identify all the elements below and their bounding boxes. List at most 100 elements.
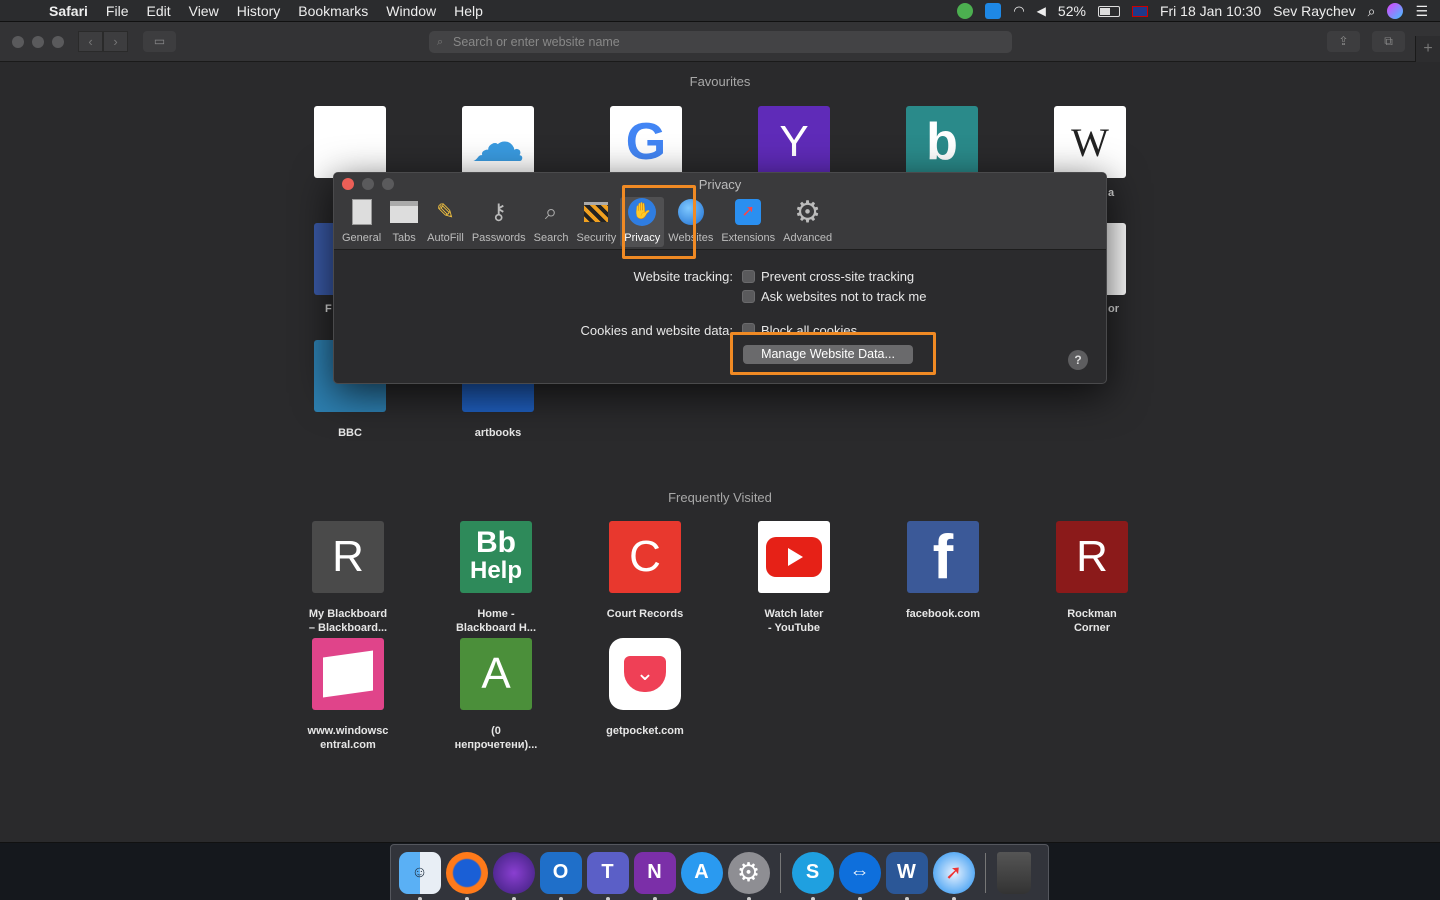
toolbar: ‹ › ▭ ⌕ Search or enter website name ⇪ ⧉… <box>0 22 1440 62</box>
dialog-title: Privacy <box>698 177 742 192</box>
tabs-icon <box>389 197 419 227</box>
tab-extensions[interactable]: ➚ Extensions <box>717 197 779 247</box>
magnifier-icon: ⌕ <box>544 199 558 224</box>
help-button[interactable]: ? <box>1068 350 1088 370</box>
key-icon: ⚷ <box>490 199 507 224</box>
favourite-google[interactable]: G <box>571 106 721 178</box>
dock-teamviewer-icon[interactable]: ⇔ <box>838 851 881 900</box>
wifi-icon[interactable]: ◠ <box>1013 3 1024 19</box>
puzzle-compass-icon: ➚ <box>733 197 763 227</box>
ask-not-track-checkbox[interactable]: Ask websites not to track me <box>742 289 926 304</box>
frequent-windowscentral[interactable]: www.windowsc entral.com <box>273 638 423 752</box>
checkbox-box <box>742 323 755 332</box>
dock-firefox-icon[interactable] <box>445 851 488 900</box>
dock-finder-icon[interactable]: ☺ <box>398 851 441 900</box>
clock[interactable]: Fri 18 Jan 10:30 <box>1160 3 1261 19</box>
tab-advanced[interactable]: ⚙ Advanced <box>779 196 836 247</box>
menu-view[interactable]: View <box>180 3 228 19</box>
frequent-blackboard-help[interactable]: Bb Help Home - Blackboard H... <box>421 521 571 635</box>
notification-center-icon[interactable]: ☰ <box>1415 3 1428 20</box>
dock-skype-icon[interactable]: S <box>791 851 834 900</box>
blackboard-help-icon: Bb Help <box>460 521 532 593</box>
tab-autofill[interactable]: ✎ AutoFill <box>423 197 468 247</box>
dock-system-preferences-icon[interactable]: ⚙ <box>727 851 770 900</box>
menu-file[interactable]: File <box>97 3 138 19</box>
favourite-row2-left[interactable] <box>314 223 334 295</box>
frequent-getpocket[interactable]: ⌄ getpocket.com <box>570 638 720 738</box>
address-bar[interactable]: ⌕ Search or enter website name <box>429 31 1012 53</box>
new-tab-button[interactable]: + <box>1415 36 1440 62</box>
tab-general[interactable]: General <box>338 197 385 247</box>
dock-safari-icon[interactable]: ➚ <box>932 851 975 900</box>
menu-app[interactable]: Safari <box>40 3 97 19</box>
frequent-label: www.windowsc entral.com <box>307 725 389 751</box>
search-icon: ⌕ <box>437 36 444 48</box>
user-name[interactable]: Sev Raychev <box>1273 3 1355 19</box>
dock-app-store-icon[interactable]: A <box>680 851 723 894</box>
switch-icon <box>347 197 377 227</box>
favourite-label-fragment: a <box>1108 187 1115 199</box>
menu-edit[interactable]: Edit <box>137 3 179 19</box>
tab-security[interactable]: Security <box>572 197 620 247</box>
facebook-logo-icon: f <box>907 521 979 593</box>
dock-word-icon[interactable]: W <box>885 851 928 900</box>
menu-window[interactable]: Window <box>377 3 445 19</box>
zoom-window-button[interactable] <box>52 36 64 48</box>
spotlight-search-icon[interactable]: ⌕ <box>1368 3 1376 20</box>
tab-tabs-label: Tabs <box>392 232 416 244</box>
favourite-artbooks-label: artbooks <box>474 427 522 439</box>
website-tracking-label: Website tracking: <box>633 269 733 284</box>
minimize-window-button[interactable] <box>32 36 44 48</box>
frequent-facebook[interactable]: f facebook.com <box>868 521 1018 621</box>
frequent-court-records[interactable]: C Court Records <box>570 521 720 621</box>
letter-a-icon: A <box>460 638 532 710</box>
cookies-label: Cookies and website data: <box>580 323 733 338</box>
favourite-yahoo[interactable]: Y <box>719 106 869 178</box>
dock-separator <box>985 852 986 893</box>
back-button[interactable]: ‹ <box>78 31 103 52</box>
siri-icon[interactable] <box>1387 3 1404 19</box>
wikipedia-logo-icon: W <box>1054 106 1126 178</box>
frequent-rockman-corner[interactable]: R Rockman Corner <box>1017 521 1167 635</box>
show-tabs-button[interactable]: ⧉ <box>1372 31 1405 52</box>
pocket-logo-icon: ⌄ <box>609 638 681 710</box>
volume-icon[interactable]: ◀ <box>1037 4 1046 18</box>
dock-siri-icon[interactable] <box>492 851 535 900</box>
frequent-unread[interactable]: A (0 непрочетени)... <box>421 638 571 752</box>
favourite-icloud[interactable]: ☁ <box>423 106 573 178</box>
share-button[interactable]: ⇪ <box>1327 31 1360 52</box>
address-placeholder: Search or enter website name <box>453 35 620 49</box>
tab-search[interactable]: ⌕ Search <box>530 197 573 247</box>
tab-autofill-label: AutoFill <box>427 232 464 244</box>
apple-logo-icon <box>314 106 386 178</box>
frequently-visited-title: Frequently Visited <box>668 490 772 505</box>
menu-bookmarks[interactable]: Bookmarks <box>289 3 377 19</box>
teamviewer-status-icon[interactable] <box>985 3 1002 19</box>
dock-onenote-icon[interactable]: N <box>633 851 676 900</box>
tab-tabs[interactable]: Tabs <box>385 197 423 247</box>
favourite-row2-right[interactable] <box>1107 223 1126 295</box>
battery-icon <box>1097 5 1120 17</box>
favourite-bing[interactable]: b <box>867 106 1017 178</box>
sidebar-toggle-button[interactable]: ▭ <box>143 31 176 52</box>
menu-help[interactable]: Help <box>445 3 492 19</box>
dock-trash-icon[interactable] <box>996 851 1031 894</box>
security-icon <box>581 197 611 227</box>
frequent-youtube[interactable]: Watch later - YouTube <box>719 521 869 635</box>
favourite-wikipedia[interactable]: W <box>1015 106 1165 178</box>
dock-outlook-icon[interactable]: O <box>539 851 582 900</box>
dock-teams-icon[interactable]: T <box>586 851 629 900</box>
dollar-status-icon[interactable] <box>957 3 974 19</box>
tab-passwords[interactable]: ⚷ Passwords <box>468 197 530 247</box>
block-cookies-checkbox[interactable]: Block all cookies <box>742 323 857 332</box>
flag-uk-icon[interactable] <box>1131 5 1148 17</box>
frequent-my-blackboard[interactable]: R My Blackboard – Blackboard... <box>273 521 423 635</box>
close-window-button[interactable] <box>12 36 24 48</box>
forward-button[interactable]: › <box>103 31 128 52</box>
prevent-tracking-checkbox[interactable]: Prevent cross-site tracking <box>742 269 914 284</box>
menu-history[interactable]: History <box>228 3 290 19</box>
battery-percent[interactable]: 52% <box>1058 3 1086 19</box>
tab-search-label: Search <box>533 232 569 244</box>
favourite-apple[interactable] <box>275 106 425 178</box>
letter-r-icon: R <box>312 521 384 593</box>
